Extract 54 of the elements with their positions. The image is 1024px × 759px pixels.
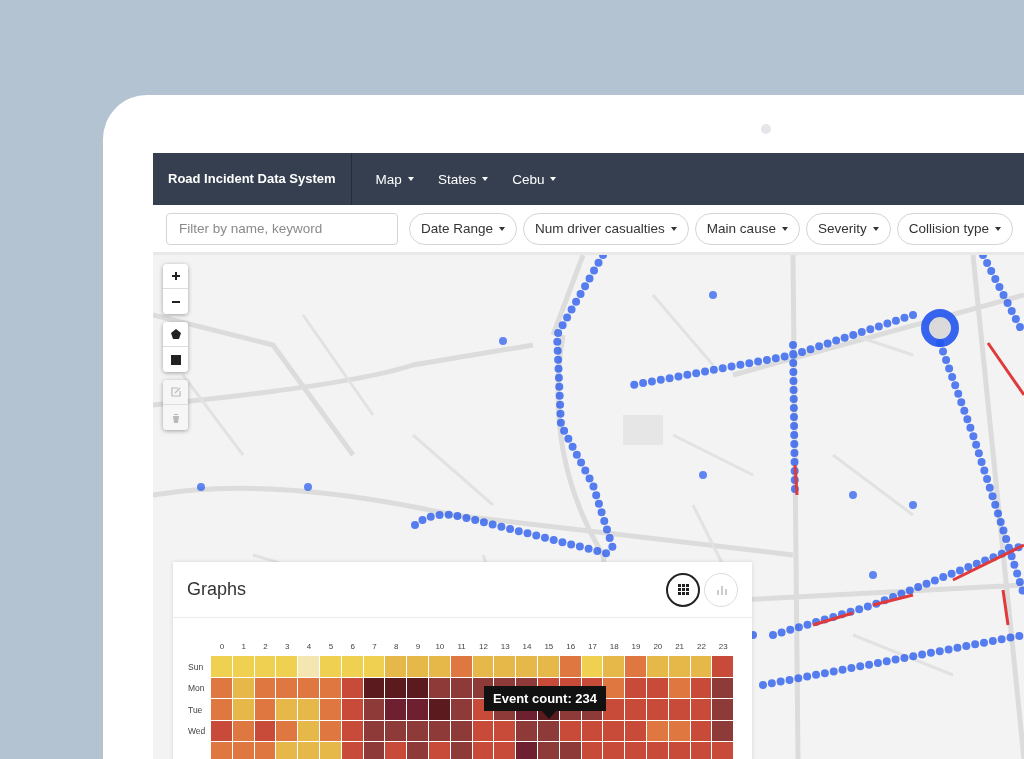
trash-icon [170,412,181,423]
hour-label: 15 [543,642,555,653]
hour-label: 19 [630,642,642,653]
hour-label: 21 [674,642,686,653]
map-control[interactable] [163,264,188,289]
hour-label: 22 [695,642,707,653]
hour-label: 16 [565,642,577,653]
hour-label: 10 [434,642,446,653]
square-icon [170,354,181,365]
day-label: Tue [187,703,204,717]
day-label: Mon [187,682,206,696]
pentagon-icon [170,329,181,339]
map-control[interactable] [163,322,188,347]
hour-label: 13 [499,642,511,653]
nav-menu[interactable]: Cebu [512,171,557,187]
zoom-in-icon [170,271,181,281]
hour-label: 6 [349,642,356,653]
panel-title: Graphs [187,579,247,600]
bar-chart-icon [715,584,727,595]
hour-label: 20 [652,642,664,653]
filter-dropdown[interactable]: Main cause [694,212,800,245]
camera-icon [761,124,771,134]
edit-icon [170,387,181,397]
day-label: Wed [187,725,207,739]
hour-label: 11 [456,642,467,653]
tooltip-pointer [542,711,556,719]
nav-menu[interactable]: States [437,171,489,187]
hour-label: 3 [284,642,291,653]
hour-label: 0 [218,642,226,653]
tooltip: Event count: 234 [484,686,607,711]
map-control[interactable] [163,289,188,314]
hour-label: 7 [371,642,378,653]
hour-label: 18 [608,642,620,653]
hour-label: 17 [587,642,598,653]
hour-label: 4 [305,642,313,653]
grid-icon [677,584,689,595]
hour-label: 23 [717,642,729,653]
filter-dropdown[interactable]: Severity [805,212,891,245]
hour-label: 14 [521,642,533,653]
hour-label: 12 [478,642,489,653]
filter-dropdown[interactable]: Date Range [409,212,518,245]
day-label: Sun [187,660,205,674]
map-control[interactable] [163,347,188,372]
hour-label: 1 [240,642,247,653]
hour-label: 2 [262,642,269,653]
hour-label: 9 [414,642,422,653]
nav-menu[interactable]: Map [375,171,414,187]
search-field[interactable]: Filter by name, keyword [166,212,398,245]
app-title: Road Incident Data System [153,153,352,205]
hour-label: 5 [327,642,335,653]
filter-dropdown[interactable]: Collision type [896,212,1013,245]
view-toggle[interactable] [666,572,700,607]
hour-label: 8 [393,642,400,653]
filter-dropdown[interactable]: Num driver casualties [523,212,689,245]
